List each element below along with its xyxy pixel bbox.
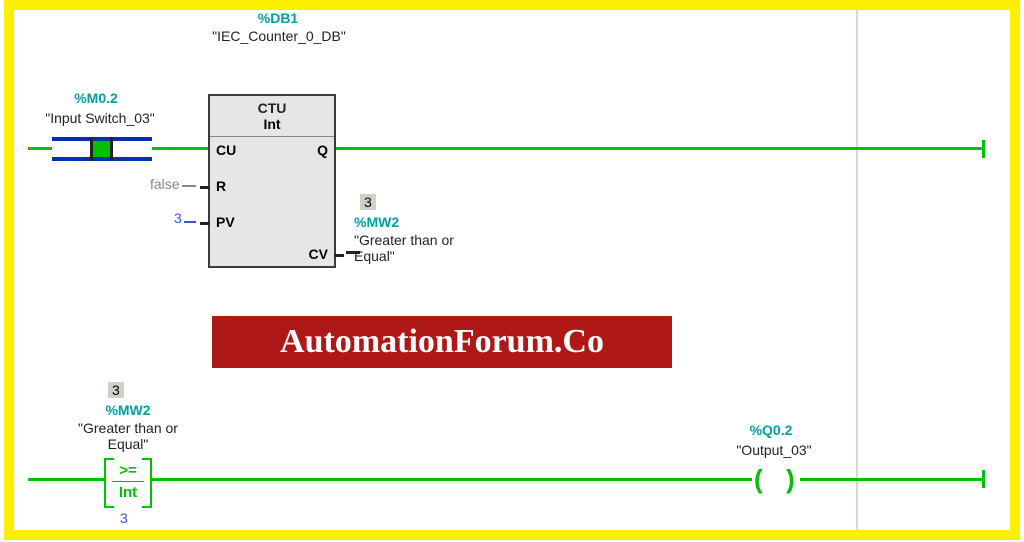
ctu-datatype: Int (210, 116, 334, 137)
ctu-pv-value: 3 (174, 210, 182, 226)
output-coil-left[interactable]: ( (754, 464, 763, 495)
wire-unpowered (182, 185, 196, 187)
diagram-canvas: %DB1 "IEC_Counter_0_DB" %M0.2 "Input Swi… (14, 10, 1010, 530)
ctu-pin-r: R (216, 178, 226, 194)
counter-db-address: %DB1 (228, 10, 328, 26)
ctu-title: CTU (210, 96, 334, 116)
cv-live-value: 3 (360, 194, 376, 210)
wire-q-output (336, 147, 984, 150)
ctu-pin-cv: CV (309, 246, 328, 262)
wire (28, 147, 52, 150)
counter-db-name: "IEC_Counter_0_DB" (204, 28, 354, 44)
contact-power-flow (93, 141, 110, 157)
watermark-banner: AutomationForum.Co (212, 316, 672, 368)
compare-symbol-name: "Greater than or Equal" (68, 420, 188, 452)
wire-terminator (982, 140, 985, 158)
cv-address: %MW2 (354, 214, 424, 230)
ctu-r-value: false (150, 176, 180, 192)
compare-operand: 3 (120, 510, 128, 526)
bracket (142, 458, 152, 460)
ctu-pin-cu: CU (216, 142, 236, 158)
no-contact-input-switch[interactable] (52, 137, 152, 161)
bracket (142, 506, 152, 508)
wire-terminator (982, 470, 985, 488)
page-divider (856, 10, 858, 530)
ctu-counter-block[interactable]: CTU Int CU Q R PV CV (208, 94, 336, 268)
ctu-pin-q: Q (317, 142, 328, 158)
input-switch-address: %M0.2 (46, 90, 146, 106)
wire-value (184, 221, 196, 223)
wire (152, 147, 208, 150)
output-symbol-name: "Output_03" (714, 442, 834, 458)
bracket (104, 458, 114, 460)
pin-tick (200, 222, 210, 225)
wire (152, 478, 752, 481)
output-address: %Q0.2 (726, 422, 816, 438)
divider (112, 481, 144, 482)
input-switch-name: "Input Switch_03" (20, 110, 180, 126)
pin-tick (334, 254, 344, 257)
compare-address: %MW2 (88, 402, 168, 418)
cv-symbol-name: "Greater than or Equal" (354, 232, 474, 264)
compare-live-value: 3 (108, 382, 124, 398)
compare-operator: >= (106, 462, 150, 479)
bracket (104, 506, 114, 508)
compare-ge-block[interactable]: >= Int (104, 458, 152, 508)
wire (800, 478, 984, 481)
wire (28, 478, 104, 481)
ctu-pin-pv: PV (216, 214, 235, 230)
compare-datatype: Int (106, 484, 150, 501)
output-coil-right[interactable]: ) (786, 464, 795, 495)
pin-tick (200, 186, 210, 189)
